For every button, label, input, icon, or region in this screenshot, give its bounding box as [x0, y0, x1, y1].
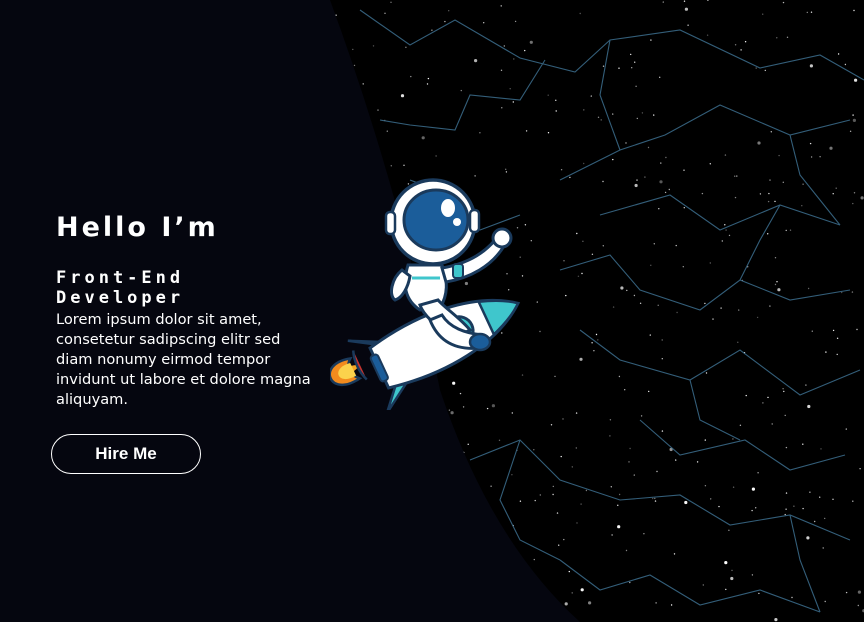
- hero-greeting: Hello I’m: [56, 212, 219, 243]
- hero-role-line-2: Developer: [56, 288, 185, 308]
- hero-role: Front-End Developer: [56, 268, 316, 308]
- hero-bio: Lorem ipsum dolor sit amet, consetetur s…: [56, 311, 311, 408]
- hire-me-button[interactable]: Hire Me: [51, 434, 201, 474]
- hero-role-line-1: Front-End: [56, 268, 185, 288]
- astronaut-rocket-illustration: [330, 178, 521, 410]
- hero-text-block: Hello I’m Front-End Developer Lorem ipsu…: [56, 208, 316, 410]
